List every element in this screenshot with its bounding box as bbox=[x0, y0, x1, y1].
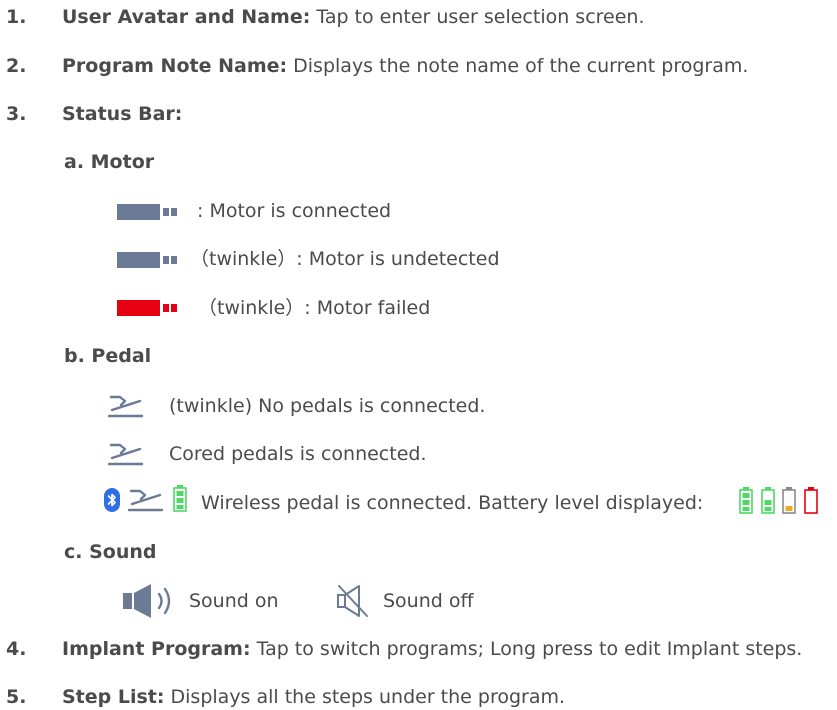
motor-heading: a. Motor bbox=[64, 151, 155, 173]
pedal-icon bbox=[108, 441, 144, 467]
item-number: 5. bbox=[6, 686, 27, 708]
item-title: Implant Program: bbox=[62, 638, 251, 660]
motor-icon bbox=[117, 203, 179, 221]
bluetooth-icon bbox=[104, 488, 120, 512]
pedal-none-text: (twinkle) No pedals is connected. bbox=[169, 395, 486, 417]
motor-connected-text: : Motor is connected bbox=[197, 200, 392, 222]
item-number: 2. bbox=[6, 55, 27, 77]
item-text: Tap to enter user selection screen. bbox=[310, 6, 645, 28]
battery-icon bbox=[739, 487, 753, 514]
item-number: 4. bbox=[6, 638, 27, 660]
pedal-heading: b. Pedal bbox=[64, 345, 152, 367]
item-title: Step List: bbox=[62, 686, 165, 708]
motor-undetected-text: （twinkle）: Motor is undetected bbox=[190, 248, 500, 270]
pedal-icon bbox=[108, 393, 144, 419]
pedal-wireless-text: Wireless pedal is connected. Battery lev… bbox=[201, 492, 704, 514]
item-text: Displays all the steps under the program… bbox=[164, 686, 566, 708]
motor-failed-icon bbox=[117, 299, 179, 317]
item-title: User Avatar and Name: bbox=[62, 6, 311, 28]
battery-icon bbox=[173, 485, 187, 512]
sound-on-text: Sound on bbox=[189, 590, 279, 612]
item-title: Program Note Name: bbox=[62, 55, 288, 77]
speaker-off-icon bbox=[337, 584, 369, 618]
motor-icon bbox=[117, 251, 179, 269]
battery-icon bbox=[782, 487, 796, 514]
item-text: Tap to switch programs; Long press to ed… bbox=[250, 638, 803, 660]
item-title: Status Bar: bbox=[62, 103, 183, 125]
item-number: 1. bbox=[6, 6, 27, 28]
battery-icon bbox=[761, 487, 775, 514]
item-text: Displays the note name of the current pr… bbox=[287, 55, 749, 77]
speaker-on-icon bbox=[123, 582, 175, 620]
sound-off-text: Sound off bbox=[383, 590, 474, 612]
pedal-cored-text: Cored pedals is connected. bbox=[169, 443, 427, 465]
battery-icon bbox=[804, 487, 818, 514]
pedal-icon bbox=[128, 487, 164, 513]
motor-failed-text: （twinkle）: Motor failed bbox=[198, 297, 431, 319]
item-number: 3. bbox=[6, 103, 27, 125]
sound-heading: c. Sound bbox=[64, 541, 157, 563]
